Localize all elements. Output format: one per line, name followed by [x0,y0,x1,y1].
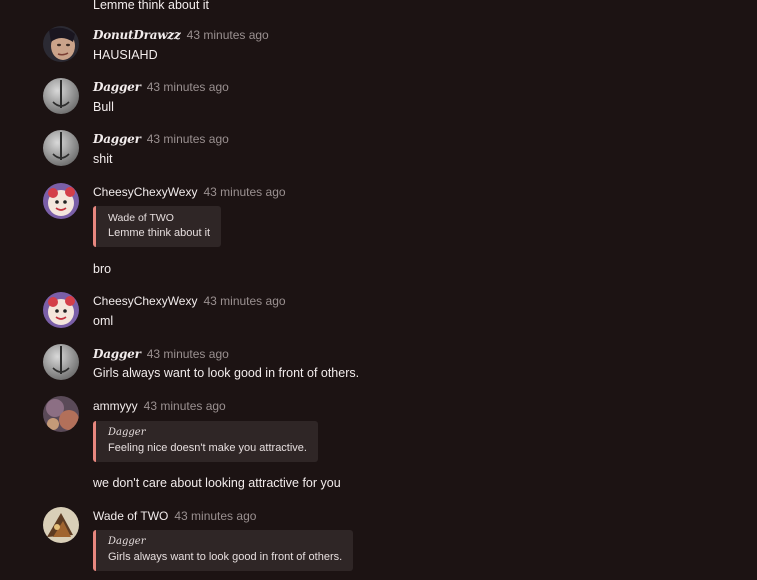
donut-avatar-icon [43,26,79,62]
sword-avatar-icon [43,78,79,114]
cheesy-avatar-icon [43,183,79,219]
reply-quote[interactable]: Dagger Feeling nice doesn't make you att… [93,421,318,462]
message-text: Girls always want to look good in front … [93,366,360,380]
author-name[interactable]: CheesyChexyWexy [93,294,197,308]
author-name[interactable]: Wade of TWO [93,509,168,523]
author-name[interactable]: Dagger [93,347,141,361]
cheesy-avatar-icon [43,292,79,328]
message-header: Wade of TWO 43 minutes ago [93,507,256,523]
message-text: HAUSIAHD [93,48,158,62]
avatar[interactable] [43,78,79,114]
author-name[interactable]: ammyyy [93,399,138,413]
message-header: DonutDrawzz 43 minutes ago [93,26,269,42]
timestamp: 43 minutes ago [146,132,229,146]
avatar[interactable] [43,130,79,166]
timestamp: 43 minutes ago [146,347,229,361]
message-text: oml [93,314,114,328]
reply-quote[interactable]: Dagger Girls always want to look good in… [93,530,354,571]
quote-text: Girls always want to look good in front … [108,551,343,563]
message-header: Dagger 43 minutes ago [93,345,229,361]
sword-avatar-icon [43,130,79,166]
message-text: Bull [93,100,114,114]
author-name[interactable]: DonutDrawzz [93,28,181,42]
avatar[interactable] [43,292,79,328]
message-header: CheesyChexyWexy 43 minutes ago [93,183,286,199]
timestamp: 43 minutes ago [186,28,269,42]
message-feed: Lemme think about it DonutDrawzz 43 minut… [0,0,757,580]
sword-avatar-icon [43,344,79,380]
quote-author: Wade of TWO [108,212,174,224]
quote-text: Lemme think about it [108,227,211,239]
quote-author: Dagger [108,427,146,438]
message-text: we don't care about looking attractive f… [93,476,341,490]
message-header: CheesyChexyWexy 43 minutes ago [93,292,286,308]
reply-quote[interactable]: Wade of TWO Lemme think about it [93,206,222,247]
message-header: Dagger 43 minutes ago [93,130,229,146]
quote-text: Feeling nice doesn't make you attractive… [108,442,307,454]
quote-author: Dagger [108,536,146,547]
message-header: Dagger 43 minutes ago [93,78,229,94]
avatar[interactable] [43,507,79,543]
wade-avatar-icon [43,507,79,543]
avatar[interactable] [43,183,79,219]
timestamp: 43 minutes ago [203,294,286,308]
timestamp: 43 minutes ago [146,80,229,94]
author-name[interactable]: Dagger [93,80,141,94]
message-header: ammyyy 43 minutes ago [93,397,226,413]
avatar[interactable] [43,396,79,432]
message-text: shit [93,152,113,166]
message-text: bro [93,262,112,276]
timestamp: 43 minutes ago [143,399,226,413]
author-name[interactable]: Dagger [93,132,141,146]
avatar[interactable] [43,344,79,380]
ammy-avatar-icon [43,396,79,432]
timestamp: 43 minutes ago [174,509,257,523]
author-name[interactable]: CheesyChexyWexy [93,185,197,199]
timestamp: 43 minutes ago [203,185,286,199]
avatar[interactable] [43,26,79,62]
message-text: Lemme think about it [93,0,210,12]
